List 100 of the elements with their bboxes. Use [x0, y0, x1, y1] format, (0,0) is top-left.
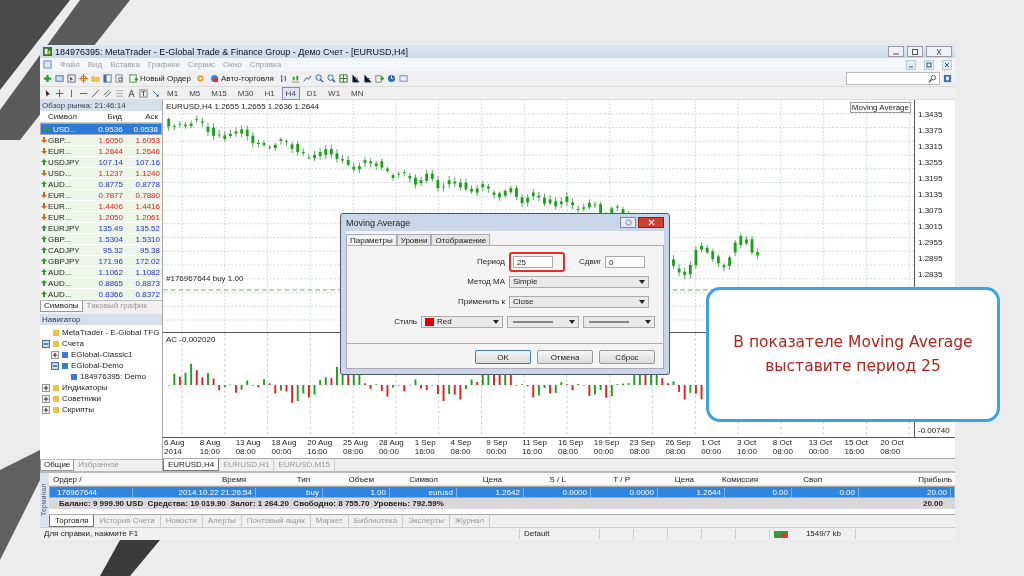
restore-button[interactable]: [907, 46, 923, 57]
expand-icon[interactable]: [51, 350, 59, 359]
column-header[interactable]: Цена: [441, 474, 505, 484]
new-order-button[interactable]: Новый Ордер: [127, 72, 193, 85]
timeframe-button[interactable]: M5: [185, 86, 205, 100]
terminal-tab[interactable]: Торговля: [49, 515, 95, 527]
community-icon[interactable]: [943, 74, 952, 83]
color-dropdown[interactable]: Red: [421, 315, 503, 328]
symbol-row[interactable]: AUD... 0.8775 0.8778: [40, 179, 162, 190]
clock-icon[interactable]: [386, 74, 396, 83]
channel-icon[interactable]: [103, 88, 112, 98]
tree-item[interactable]: MetaTrader - E-Global TFG: [62, 328, 160, 337]
tree-item[interactable]: EGlobal-Demo: [71, 361, 124, 370]
collapse-icon[interactable]: [42, 339, 50, 348]
tree-item[interactable]: Счета: [62, 339, 85, 348]
column-header[interactable]: Комиссия: [697, 474, 761, 484]
candlestick-icon[interactable]: [290, 74, 300, 83]
crosshair-icon[interactable]: [55, 88, 64, 98]
search-field[interactable]: [846, 72, 940, 85]
shift-field[interactable]: 0: [605, 255, 646, 268]
tree-item[interactable]: Индикаторы: [62, 383, 108, 392]
tree-item[interactable]: Советники: [62, 394, 102, 403]
column-header[interactable]: Ордер /: [49, 474, 129, 484]
timeframe-button[interactable]: M1: [163, 86, 183, 100]
chart-tab[interactable]: EURUSD,H4: [163, 459, 220, 471]
panel-icon[interactable]: [103, 74, 112, 83]
dialog-tab[interactable]: Параметры: [346, 234, 397, 246]
cursor-icon[interactable]: [67, 74, 76, 83]
restore-button[interactable]: [924, 59, 934, 70]
symbol-row[interactable]: USDJPY 107.14 107.16: [40, 157, 162, 168]
window-icon[interactable]: [55, 74, 64, 83]
timeframe-button[interactable]: M30: [233, 86, 258, 100]
close-button[interactable]: [926, 46, 952, 57]
symbol-row[interactable]: EURJPY 135.49 135.52: [40, 223, 162, 234]
column-header[interactable]: Символ: [48, 112, 86, 121]
line-style-dropdown[interactable]: [507, 315, 579, 328]
column-header[interactable]: Символ: [377, 474, 441, 484]
expand-icon[interactable]: [42, 405, 50, 414]
dialog-button[interactable]: Сброс: [599, 350, 655, 364]
dialog-button[interactable]: Отмена: [537, 350, 593, 364]
symbol-row[interactable]: EUR... 1.4406 1.4416: [40, 201, 162, 212]
order-row[interactable]: 176967644 2014.10.22 21:26:54 buy 1.00 eurusd 1.2642 0.0000 0.0000 1.2644 0.00 0.00 20.00: [49, 486, 955, 498]
collapse-icon[interactable]: [51, 361, 59, 370]
symbol-row[interactable]: AUD... 0.8366 0.8372: [40, 289, 162, 300]
column-header[interactable]: T / P: [569, 474, 633, 484]
period-field[interactable]: 25: [513, 255, 553, 268]
label-icon[interactable]: [139, 88, 148, 98]
symbol-row[interactable]: GBP... 1.6050 1.6053: [40, 135, 162, 146]
tree-item[interactable]: EGlobal-Classic1: [71, 350, 133, 359]
text-icon[interactable]: [127, 88, 136, 98]
indicator-icon[interactable]: [374, 74, 384, 83]
column-header[interactable]: Тип: [249, 474, 313, 484]
timeframe-button[interactable]: D1: [302, 86, 322, 100]
timeframe-button[interactable]: MN: [347, 86, 368, 100]
column-header[interactable]: S / L: [505, 474, 569, 484]
line-chart-icon[interactable]: [302, 74, 312, 83]
dialog-tab[interactable]: Уровни: [396, 234, 432, 246]
symbol-row[interactable]: CADJPY 95.32 95.38: [40, 245, 162, 256]
symbol-row[interactable]: EUR... 1.2644 1.2646: [40, 146, 162, 157]
column-header[interactable]: Бид: [86, 112, 122, 121]
timeframe-button[interactable]: H1: [260, 86, 279, 100]
help-button[interactable]: [620, 217, 636, 228]
symbol-row[interactable]: GBP... 1.5304 1.5310: [40, 234, 162, 245]
crosshair-icon[interactable]: [79, 74, 88, 83]
tree-item[interactable]: Скрипты: [62, 405, 94, 414]
expand-icon[interactable]: [42, 383, 50, 392]
column-header[interactable]: Прибыль: [825, 474, 955, 484]
column-header[interactable]: Аск: [122, 112, 158, 121]
timeframe-button[interactable]: W1: [324, 86, 345, 100]
column-header[interactable]: Цена: [633, 474, 697, 484]
grid-icon[interactable]: [338, 74, 348, 83]
tree-item[interactable]: 184976395: Demo: [80, 372, 146, 381]
panel-tab[interactable]: Общие: [40, 460, 75, 471]
column-header[interactable]: Своп: [761, 474, 825, 484]
method-dropdown[interactable]: Simple: [509, 275, 649, 288]
trendline-icon[interactable]: [91, 88, 100, 98]
dialog-tab[interactable]: Отображение: [431, 234, 491, 246]
auto-trading-button[interactable]: Авто-торговля: [208, 72, 276, 85]
dialog-button[interactable]: OK: [475, 350, 531, 364]
expand-icon[interactable]: [42, 394, 50, 403]
column-header[interactable]: Объем: [313, 474, 377, 484]
line-width-dropdown[interactable]: [583, 315, 655, 328]
column-header[interactable]: Время: [129, 474, 249, 484]
symbol-row[interactable]: AUD... 0.8865 0.8873: [40, 278, 162, 289]
bar-chart-icon[interactable]: [278, 74, 288, 83]
symbol-row[interactable]: AUD... 1.1062 1.1082: [40, 267, 162, 278]
arrows-icon[interactable]: [151, 88, 160, 98]
timeframe-button[interactable]: M15: [207, 86, 231, 100]
symbol-row[interactable]: EUR... 0.7877 0.7880: [40, 190, 162, 201]
zoom-out-icon[interactable]: [326, 74, 336, 83]
zoom-in-icon[interactable]: [314, 74, 324, 83]
symbol-row[interactable]: USD... 1.1237 1.1240: [40, 168, 162, 179]
plus-icon[interactable]: [43, 74, 52, 83]
symbol-row[interactable]: EUR... 1.2050 1.2061: [40, 212, 162, 223]
panel-tab[interactable]: Символы: [40, 301, 83, 312]
symbol-row[interactable]: USD... 0.9536 0.9538: [40, 123, 162, 135]
close-button[interactable]: [638, 217, 664, 228]
cursor-icon[interactable]: [43, 88, 52, 98]
symbol-row[interactable]: GBPJPY 171.96 172.02: [40, 256, 162, 267]
apply-dropdown[interactable]: Close: [509, 295, 649, 308]
